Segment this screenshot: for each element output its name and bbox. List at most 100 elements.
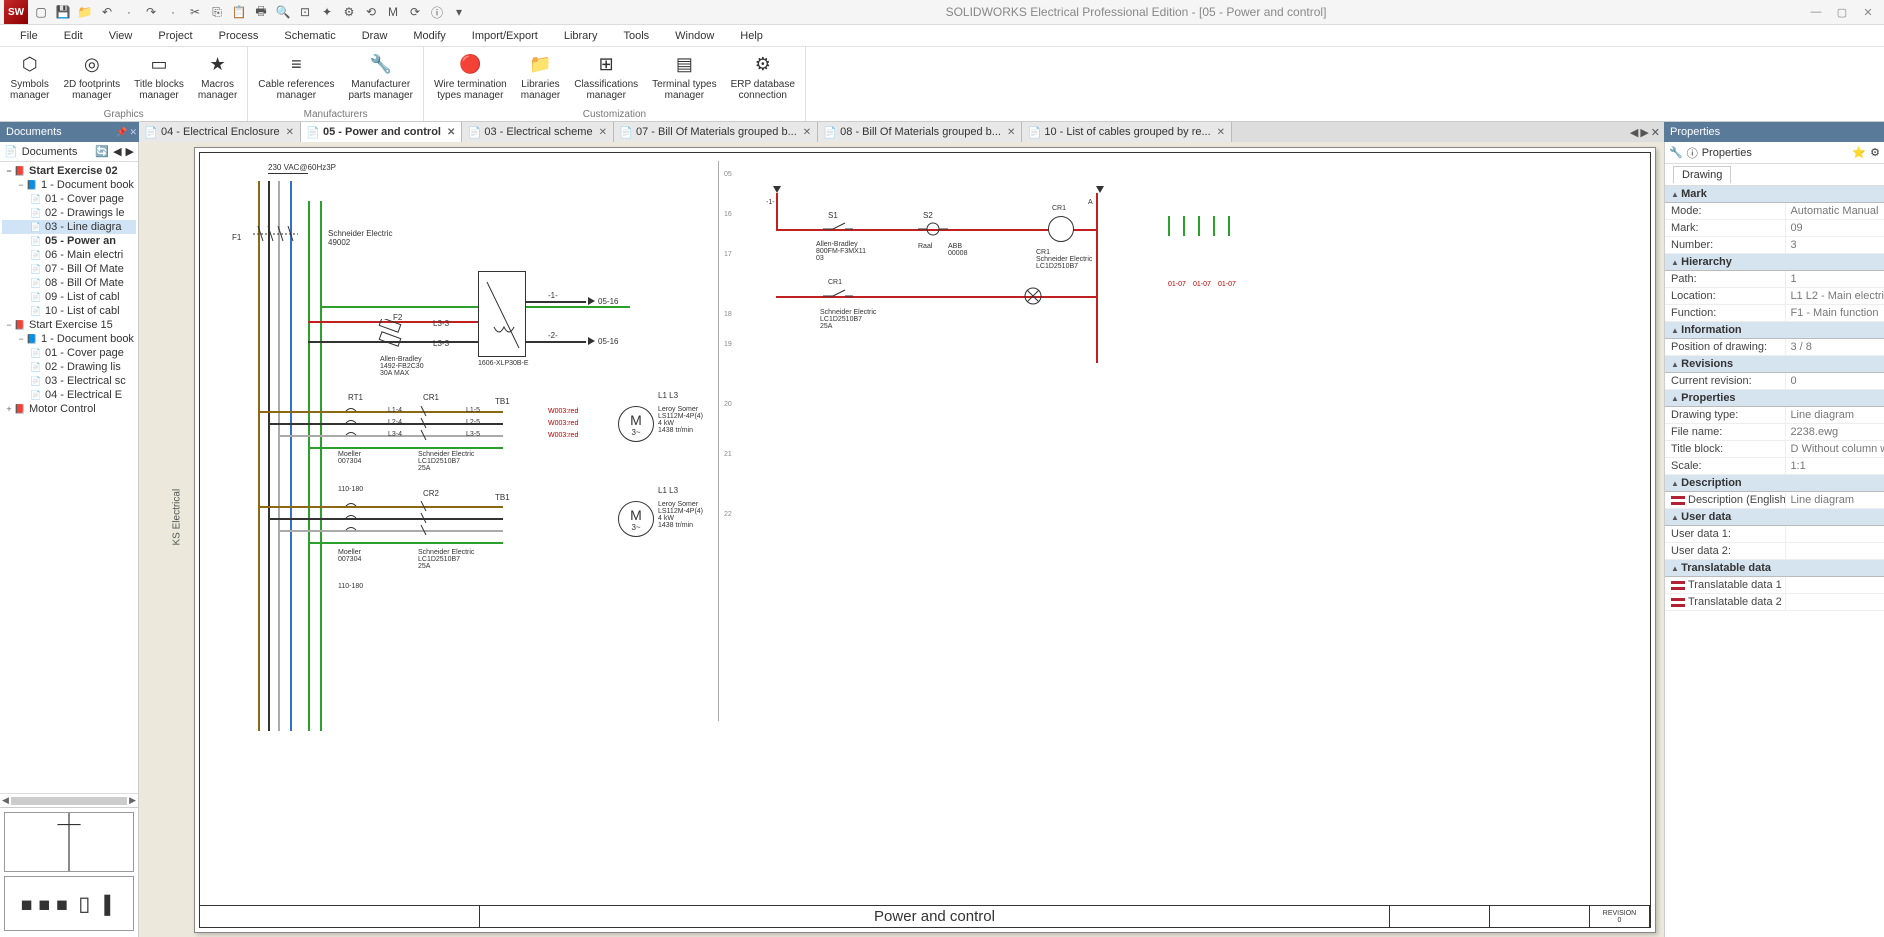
prop-section-header[interactable]: Translatable data	[1665, 560, 1884, 577]
prop-row[interactable]: Drawing type:Line diagram	[1665, 407, 1884, 424]
minimize-button[interactable]: —	[1804, 3, 1828, 21]
doc-tab[interactable]: 📄07 - Bill Of Materials grouped b...✕	[614, 122, 818, 142]
prop-row[interactable]: Path:1	[1665, 271, 1884, 288]
tree-toggle-icon[interactable]: −	[16, 334, 26, 344]
menu-modify[interactable]: Modify	[401, 28, 457, 44]
tree-item[interactable]: 📄10 - List of cabl	[2, 304, 136, 318]
prop-section-header[interactable]: Information	[1665, 322, 1884, 339]
drawing-canvas[interactable]: KS Electrical 230 VAC@60Hz3P	[139, 142, 1664, 937]
tree-item[interactable]: 📄03 - Electrical sc	[2, 374, 136, 388]
prop-value[interactable]: F1 - Main function	[1785, 305, 1884, 321]
doc-tab-close-icon[interactable]: ✕	[803, 127, 811, 138]
prop-section-header[interactable]: Properties	[1665, 390, 1884, 407]
qat-zoomfit-icon[interactable]: ⊡	[296, 3, 314, 21]
close-panel-icon[interactable]: ✕	[129, 127, 137, 138]
menu-schematic[interactable]: Schematic	[272, 28, 347, 44]
menu-tools[interactable]: Tools	[611, 28, 661, 44]
qat-wrench-icon[interactable]: ⟳	[406, 3, 424, 21]
qat-redo-icon[interactable]: ↷	[142, 3, 160, 21]
expand-icon[interactable]: ▶	[126, 145, 134, 158]
doc-tab-close-icon[interactable]: ✕	[447, 127, 455, 138]
maximize-button[interactable]: ▢	[1830, 3, 1854, 21]
prop-value[interactable]: 3	[1785, 237, 1884, 253]
menu-library[interactable]: Library	[552, 28, 610, 44]
prop-section-header[interactable]: Revisions	[1665, 356, 1884, 373]
tree-item[interactable]: 📄01 - Cover page	[2, 192, 136, 206]
ribbon-cable-references-manager[interactable]: ≡Cable references manager	[252, 49, 340, 108]
qat-paste-icon[interactable]: 📋	[230, 3, 248, 21]
prop-value[interactable]: 0	[1785, 373, 1884, 389]
collapse-icon[interactable]: ◀	[113, 145, 121, 158]
prop-value[interactable]	[1785, 594, 1884, 610]
tab-drawing[interactable]: Drawing	[1673, 166, 1731, 183]
pin-icon[interactable]: 📌	[116, 127, 127, 138]
doc-tab[interactable]: 📄04 - Electrical Enclosure✕	[139, 122, 301, 142]
qat-info-icon[interactable]: ⓘ	[428, 3, 446, 21]
tree-item[interactable]: −📕Start Exercise 15	[2, 318, 136, 332]
tree-item[interactable]: 📄07 - Bill Of Mate	[2, 262, 136, 276]
prop-row[interactable]: Mark:09	[1665, 220, 1884, 237]
tree-item[interactable]: −📘1 - Document book	[2, 178, 136, 192]
tree-item[interactable]: 📄04 - Electrical E	[2, 388, 136, 402]
tree-item[interactable]: 📄01 - Cover page	[2, 346, 136, 360]
tree-toggle-icon[interactable]: −	[4, 166, 14, 176]
prop-row[interactable]: User data 2:	[1665, 543, 1884, 560]
prop-section-header[interactable]: Description	[1665, 475, 1884, 492]
tree-item[interactable]: 📄09 - List of cabl	[2, 290, 136, 304]
prop-row[interactable]: User data 1:	[1665, 526, 1884, 543]
prop-value[interactable]: 09	[1785, 220, 1884, 236]
menu-import-export[interactable]: Import/Export	[460, 28, 550, 44]
tree-toggle-icon[interactable]: −	[16, 180, 26, 190]
tree-toggle-icon[interactable]: −	[4, 320, 14, 330]
tree-item[interactable]: 📄08 - Bill Of Mate	[2, 276, 136, 290]
prop-value[interactable]	[1785, 543, 1884, 559]
tree-item[interactable]: −📕Start Exercise 02	[2, 164, 136, 178]
refresh-icon[interactable]: 🔄	[95, 145, 109, 158]
prop-section-header[interactable]: Hierarchy	[1665, 254, 1884, 271]
prop-section-header[interactable]: Mark	[1665, 186, 1884, 203]
menu-process[interactable]: Process	[207, 28, 271, 44]
ribbon-macros-manager[interactable]: ★Macros manager	[192, 49, 243, 108]
close-button[interactable]: ✕	[1856, 3, 1880, 21]
doc-tab[interactable]: 📄08 - Bill Of Materials grouped b...✕	[818, 122, 1022, 142]
prop-value[interactable]: 1	[1785, 271, 1884, 287]
qat-save-icon[interactable]: 💾	[54, 3, 72, 21]
menu-file[interactable]: File	[8, 28, 50, 44]
prop-tool-1[interactable]: 🔧	[1669, 146, 1683, 159]
tree-item[interactable]: −📘1 - Document book	[2, 332, 136, 346]
prop-row[interactable]: File name:2238.ewg	[1665, 424, 1884, 441]
prop-row[interactable]: Location:L1 L2 - Main electrical	[1665, 288, 1884, 305]
doc-tab-close-icon[interactable]: ✕	[1007, 127, 1015, 138]
doc-tab[interactable]: 📄05 - Power and control✕	[301, 122, 462, 142]
prop-value[interactable]: D Without column wit	[1785, 441, 1884, 457]
prop-value[interactable]: 2238.ewg	[1785, 424, 1884, 440]
ribbon-classifications-manager[interactable]: ⊞Classifications manager	[568, 49, 644, 108]
menu-project[interactable]: Project	[146, 28, 204, 44]
prop-tool-cog-icon[interactable]: ⚙	[1870, 146, 1880, 159]
prop-tool-star-icon[interactable]: ⭐	[1852, 146, 1866, 159]
ribbon-title-blocks-manager[interactable]: ▭Title blocks manager	[128, 49, 190, 108]
qat-zoom-icon[interactable]: 🔍	[274, 3, 292, 21]
prop-value[interactable]	[1785, 526, 1884, 542]
ribbon-d-footprints-manager[interactable]: ◎2D footprints manager	[57, 49, 126, 108]
prop-value[interactable]: Line diagram	[1785, 407, 1884, 423]
qat-m-icon[interactable]: M	[384, 3, 402, 21]
qat-wand-icon[interactable]: ✦	[318, 3, 336, 21]
ribbon-manufacturer-parts-manager[interactable]: 🔧Manufacturer parts manager	[342, 49, 418, 108]
qat-print-icon[interactable]: 🖶	[252, 3, 270, 21]
prop-row[interactable]: Position of drawing:3 / 8	[1665, 339, 1884, 356]
tree-scrollbar[interactable]: ◀▶	[0, 793, 138, 807]
ribbon-erp-database-connection[interactable]: ⚙ERP database connection	[725, 49, 801, 108]
qat-link-icon[interactable]: ⟲	[362, 3, 380, 21]
prop-row[interactable]: Translatable data 1 (En	[1665, 577, 1884, 594]
qat-undo-icon[interactable]: ↶	[98, 3, 116, 21]
qat-copy-icon[interactable]: ⎘	[208, 3, 226, 21]
qat-dropdown-icon[interactable]: ▾	[450, 3, 468, 21]
ribbon-symbols-manager[interactable]: ⬡Symbols manager	[4, 49, 55, 108]
tree-toggle-icon[interactable]: +	[4, 404, 14, 414]
doc-tab-close-icon[interactable]: ✕	[286, 127, 294, 138]
tab-next-icon[interactable]: ▶	[1640, 126, 1648, 139]
ribbon-libraries-manager[interactable]: 📁Libraries manager	[515, 49, 566, 108]
menu-help[interactable]: Help	[728, 28, 775, 44]
prop-row[interactable]: Current revision:0	[1665, 373, 1884, 390]
